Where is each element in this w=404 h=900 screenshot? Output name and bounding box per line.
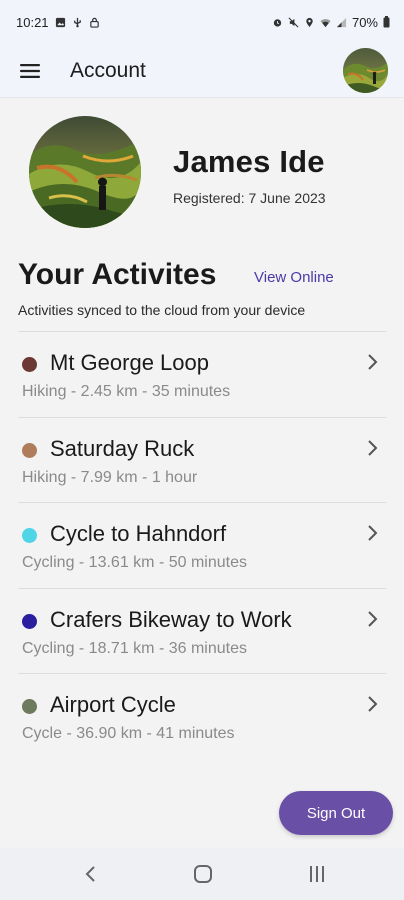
usb-icon [73, 17, 81, 27]
avatar [29, 116, 141, 228]
activity-meta: Cycle - 36.90 km - 41 minutes [22, 725, 235, 742]
location-icon [306, 17, 313, 27]
activity-list: Mt George Loop Hiking - 2.45 km - 35 min… [18, 331, 386, 759]
hamburger-menu-icon [20, 63, 40, 78]
list-item[interactable]: Cycle to Hahndorf Cycling - 13.61 km - 5… [18, 502, 386, 588]
activities-subtitle: Activities synced to the cloud from your… [18, 302, 306, 318]
avatar-image [343, 48, 388, 93]
user-name: James Ide [173, 144, 325, 179]
back-button[interactable] [71, 858, 111, 890]
home-button[interactable] [183, 858, 223, 890]
status-left: 10:21 [16, 15, 100, 30]
list-item[interactable]: Mt George Loop Hiking - 2.45 km - 35 min… [18, 331, 386, 417]
registered-date: Registered: 7 June 2023 [173, 190, 326, 206]
list-item[interactable]: Saturday Ruck Hiking - 7.99 km - 1 hour [18, 416, 386, 503]
mute-icon [288, 17, 299, 27]
activity-meta: Cycling - 13.61 km - 50 minutes [22, 554, 247, 571]
recents-button[interactable] [297, 858, 337, 890]
activity-color-dot [22, 613, 37, 629]
activity-color-dot [22, 528, 37, 543]
lock-icon [89, 17, 99, 28]
chevron-right-icon [368, 525, 378, 541]
chevron-right-icon [368, 439, 378, 456]
activity-title: Crafers Bikeway to Work [50, 606, 292, 632]
app-bar: Account [0, 44, 404, 98]
activity-meta: Hiking - 2.45 km - 35 minutes [22, 383, 231, 400]
avatar-image [29, 116, 141, 228]
chevron-right-icon [368, 610, 378, 627]
activity-title: Mt George Loop [50, 350, 209, 375]
activities-heading: Your Activites [18, 258, 217, 291]
activity-title: Airport Cycle [50, 692, 176, 717]
home-icon [194, 865, 212, 883]
sign-out-button[interactable]: Sign Out [279, 791, 393, 835]
view-online-link[interactable]: View Online [254, 269, 334, 286]
activity-color-dot [22, 442, 37, 458]
alarm-icon [273, 18, 282, 27]
activity-color-dot [22, 699, 37, 714]
menu-button[interactable] [12, 53, 48, 89]
activity-color-dot [22, 357, 37, 372]
page-title: Account [70, 58, 146, 82]
activity-title: Cycle to Hahndorf [50, 521, 227, 546]
back-icon [85, 866, 95, 882]
battery-percent: 70% [351, 14, 378, 30]
status-bar: 10:21 70% [0, 0, 404, 44]
activity-meta: Cycling - 18.71 km - 36 minutes [22, 639, 247, 657]
battery-icon [383, 16, 390, 28]
system-nav-bar [0, 848, 404, 900]
activity-title: Saturday Ruck [50, 435, 195, 461]
wifi-icon [320, 18, 331, 27]
list-item[interactable]: Crafers Bikeway to Work Cycling - 18.71 … [18, 587, 386, 674]
status-time: 10:21 [16, 14, 49, 30]
status-right: 70% [272, 15, 390, 30]
activity-meta: Hiking - 7.99 km - 1 hour [22, 468, 198, 486]
profile-header: James Ide Registered: 7 June 2023 [0, 98, 404, 248]
recents-icon [310, 866, 324, 882]
chevron-right-icon [368, 354, 378, 370]
profile-avatar-button[interactable] [343, 48, 388, 93]
chevron-right-icon [368, 696, 378, 712]
signal-icon [336, 17, 347, 27]
list-item[interactable]: Airport Cycle Cycle - 36.90 km - 41 minu… [18, 673, 386, 759]
gallery-icon [55, 17, 65, 27]
